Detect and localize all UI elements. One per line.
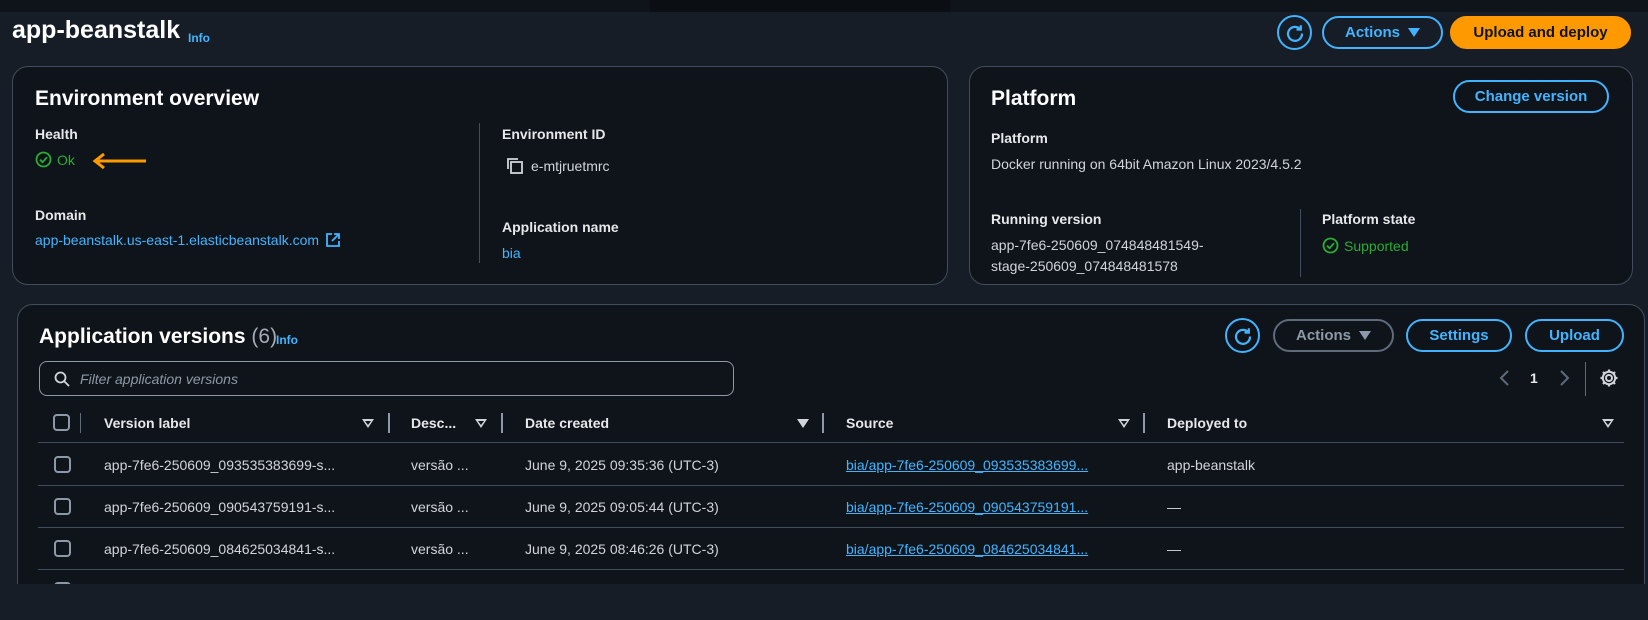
search-icon [54,371,70,387]
sort-icon[interactable] [1602,419,1614,428]
row-source-link[interactable]: bia/app-7fe6-250609_093535383699... [846,457,1088,473]
chevron-left-icon[interactable] [1498,369,1512,387]
row-date-created: June 9, 2025 09:35:36 (UTC-3) [525,457,719,473]
application-name-label: Application name [502,219,619,235]
caret-down-icon [1359,331,1371,340]
versions-info-link[interactable]: Info [276,333,298,347]
actions-button[interactable]: Actions [1322,16,1443,49]
row-deployed-to: app-beanstalk [1167,457,1255,473]
upload-and-deploy-button[interactable]: Upload and deploy [1450,16,1631,49]
row-checkbox[interactable] [54,456,71,473]
health-status: Ok [35,151,75,168]
column-header-source[interactable]: Source [846,415,893,431]
versions-refresh-button[interactable] [1225,318,1260,353]
upload-button[interactable]: Upload [1525,319,1624,352]
row-checkbox[interactable] [54,540,71,557]
row-version-label: app-7fe6-250609_084625034841-s... [104,541,336,557]
health-label: Health [35,126,78,142]
annotation-arrow-icon [92,153,146,169]
section-divider [1300,209,1301,277]
row-divider [38,569,1624,570]
page-number[interactable]: 1 [1530,370,1538,386]
environment-id-value: e-mtjruetmrc [506,157,610,175]
column-header-date-created[interactable]: Date created [525,415,609,431]
column-resize-handle[interactable] [1143,413,1145,433]
refresh-icon [1286,24,1303,42]
application-name-link[interactable]: bia [502,245,521,261]
column-resize-handle[interactable] [388,413,390,433]
chevron-right-icon[interactable] [1557,369,1571,387]
external-link-icon [326,233,340,247]
title-info-link[interactable]: Info [188,31,210,45]
column-separator [80,413,81,433]
platform-title: Platform [991,87,1077,110]
row-deployed-to: — [1167,541,1181,557]
row-source-link[interactable]: bia/app-7fe6-250609_084625034841... [846,541,1088,557]
check-circle-icon [1322,237,1339,254]
row-version-label: app-7fe6-250609_090543759191-s... [104,499,336,515]
copy-icon[interactable] [506,157,524,175]
row-description: versão ... [411,499,469,515]
section-divider [479,123,480,263]
caret-down-icon [1408,28,1420,37]
row-deployed-to: — [1167,499,1181,515]
application-versions-title: Application versions (6) [39,325,278,348]
top-band [0,0,1648,12]
gear-icon[interactable] [1599,368,1619,388]
row-version-label: app-7fe6-250609_093535383699-s... [104,457,336,473]
viewport-bottom [0,584,1648,620]
sort-icon[interactable] [1118,419,1130,428]
settings-button[interactable]: Settings [1406,319,1512,352]
running-version-line2: stage-250609_074848481578 [991,258,1178,274]
row-description: versão ... [411,541,469,557]
search-input[interactable] [80,370,680,387]
row-source-link[interactable]: bia/app-7fe6-250609_090543759191... [846,499,1088,515]
running-version-label: Running version [991,211,1102,227]
versions-actions-button[interactable]: Actions [1273,319,1394,352]
platform-value: Docker running on 64bit Amazon Linux 202… [991,156,1302,172]
refresh-icon [1234,327,1251,345]
search-field[interactable] [39,361,734,396]
environment-id-label: Environment ID [502,126,606,142]
sort-desc-icon[interactable] [797,419,809,428]
row-date-created: June 9, 2025 09:05:44 (UTC-3) [525,499,719,515]
platform-state-label: Platform state [1322,211,1416,227]
platform-label: Platform [991,130,1048,146]
check-circle-icon [35,151,52,168]
column-resize-handle[interactable] [501,413,503,433]
column-header-deployed-to[interactable]: Deployed to [1167,415,1247,431]
row-divider [38,485,1624,486]
page-title: app-beanstalk [12,16,181,44]
column-header-description[interactable]: Desc... [411,415,456,431]
header-divider [38,442,1624,443]
sort-icon[interactable] [475,419,487,428]
select-all-checkbox[interactable] [53,414,70,431]
domain-link[interactable]: app-beanstalk.us-east-1.elasticbeanstalk… [35,232,341,248]
sort-icon[interactable] [362,419,374,428]
running-version-line1: app-7fe6-250609_074848481549- [991,237,1204,253]
column-resize-handle[interactable] [822,413,824,433]
row-description: versão ... [411,457,469,473]
row-checkbox[interactable] [54,498,71,515]
change-version-button[interactable]: Change version [1453,80,1609,113]
refresh-button[interactable] [1277,15,1312,50]
platform-state-status: Supported [1322,237,1409,254]
row-date-created: June 9, 2025 08:46:26 (UTC-3) [525,541,719,557]
column-header-version-label[interactable]: Version label [104,415,190,431]
versions-count: (6) [251,325,278,348]
domain-label: Domain [35,207,87,223]
row-divider [38,527,1624,528]
pagination-divider [1585,362,1586,396]
environment-overview-title: Environment overview [35,87,260,110]
